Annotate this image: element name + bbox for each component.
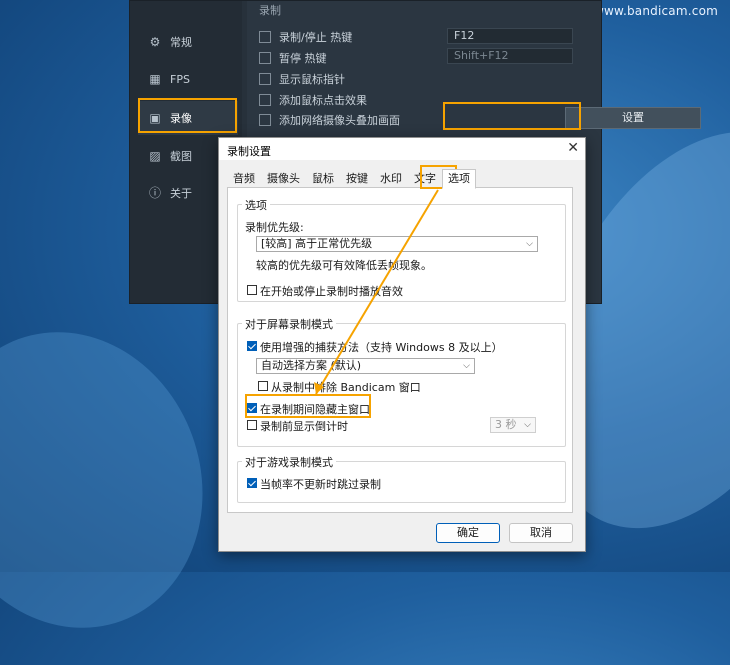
sidebar-item-label: FPS [170,72,190,86]
group-game-mode: 对于游戏录制模式 当帧率不更新时跳过录制 [237,454,566,503]
enhanced-capture-label: 使用增强的捕获方法（支持 Windows 8 及以上） [260,341,503,354]
image-icon: ▨ [149,149,161,163]
row-label: 录制/停止 热键 [279,31,353,44]
tab-webcam[interactable]: 摄像头 [261,169,306,189]
sidebar-item-label: 常规 [170,36,192,49]
priority-hint: 较高的优先级可有效降低丢帧现象。 [256,259,432,272]
enhanced-capture-checkbox[interactable] [247,341,257,351]
options-panel: 选项 录制优先级: [较高] 高于正常优先级 ⌵ 较高的优先级可有效降低丢帧现象… [227,187,573,513]
checkbox[interactable] [259,114,271,126]
highlight-video-sidebar [138,98,237,133]
tab-audio[interactable]: 音频 [227,169,261,189]
priority-select[interactable]: [较高] 高于正常优先级 ⌵ [256,236,538,252]
ok-button[interactable]: 确定 [436,523,500,543]
section-title-text: 录制 [259,4,281,17]
row-record-hotkey[interactable]: 录制/停止 热键 [259,29,352,45]
chevron-down-icon: ⌵ [463,361,470,371]
fps-icon: ▦ [149,72,161,86]
row-label: 暂停 热键 [279,52,327,65]
dialog-title: 录制设置 [227,145,271,158]
sidebar-item-general[interactable]: ⚙ 常规 [138,25,238,59]
exclude-window-label: 从录制中排除 Bandicam 窗口 [271,381,421,394]
checkbox[interactable] [259,73,271,85]
close-icon[interactable]: ✕ [567,140,579,156]
chevron-down-icon: ⌵ [524,420,531,430]
group-title: 对于游戏录制模式 [242,454,336,470]
row-label: 添加鼠标点击效果 [279,94,367,107]
countdown-checkbox[interactable] [247,420,257,430]
checkbox[interactable] [259,52,271,64]
priority-label: 录制优先级: [245,221,304,234]
tab-watermark[interactable]: 水印 [374,169,408,189]
skip-frames-label: 当帧率不更新时跳过录制 [260,478,381,491]
watermark-text: www.bandicam.com [594,4,718,18]
group-title: 选项 [242,197,270,213]
row-show-cursor[interactable]: 显示鼠标指针 [259,71,345,87]
exclude-window-checkbox[interactable] [258,381,268,391]
dialog-title-bar[interactable]: 录制设置 ✕ [219,138,585,160]
row-click-effect[interactable]: 添加鼠标点击效果 [259,92,367,108]
play-sound-label: 在开始或停止录制时播放音效 [260,285,403,298]
cancel-button[interactable]: 取消 [509,523,573,543]
info-icon: ⓘ [148,186,161,200]
capture-method-value: 自动选择方案 (默认) [261,359,362,372]
priority-select-value: [较高] 高于正常优先级 [261,237,373,250]
chevron-down-icon: ⌵ [526,239,533,249]
record-hotkey-field[interactable]: F12 [447,28,573,44]
skip-frames-checkbox[interactable] [247,478,257,488]
sidebar-item-label: 截图 [170,150,192,163]
tab-options[interactable]: 选项 [442,169,476,189]
play-sound-checkbox[interactable] [247,285,257,295]
gear-icon: ⚙ [149,35,161,49]
countdown-select[interactable]: 3 秒 ⌵ [490,417,536,433]
tab-mouse[interactable]: 鼠标 [306,169,340,189]
row-label: 添加网络摄像头叠加画面 [279,114,400,127]
settings-button[interactable]: 设置 [565,107,701,129]
countdown-label: 录制前显示倒计时 [260,420,348,433]
sidebar-item-fps[interactable]: ▦ FPS [138,62,238,96]
group-screen-mode: 对于屏幕录制模式 使用增强的捕获方法（支持 Windows 8 及以上） 自动选… [237,316,566,447]
highlight-settings-button [443,102,581,130]
group-title: 对于屏幕录制模式 [242,316,336,332]
checkbox[interactable] [259,31,271,43]
row-pause-hotkey[interactable]: 暂停 热键 [259,50,327,66]
section-title: 录制 [259,2,281,18]
tab-keys[interactable]: 按键 [340,169,374,189]
row-label: 显示鼠标指针 [279,73,345,86]
checkbox[interactable] [259,94,271,106]
pause-hotkey-field[interactable]: Shift+F12 [447,48,573,64]
sidebar-item-label: 关于 [170,187,192,200]
highlight-hide-main-window [245,394,371,418]
recording-settings-dialog: 录制设置 ✕ 音频 摄像头 鼠标 按键 水印 文字 选项 选项 录制优先级: [… [218,137,586,552]
wallpaper-streak [0,294,244,665]
countdown-value: 3 秒 [495,418,517,431]
group-options: 选项 录制优先级: [较高] 高于正常优先级 ⌵ 较高的优先级可有效降低丢帧现象… [237,197,566,302]
row-webcam-overlay[interactable]: 添加网络摄像头叠加画面 [259,112,400,128]
capture-method-select[interactable]: 自动选择方案 (默认) ⌵ [256,358,475,374]
